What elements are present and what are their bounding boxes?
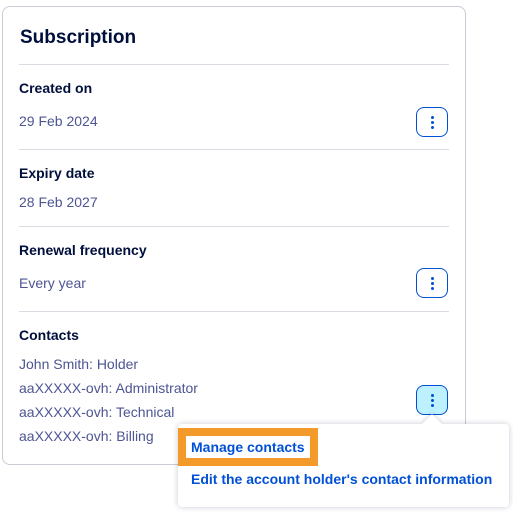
created-on-value: 29 Feb 2024 (19, 113, 98, 129)
contact-item: aaXXXXX-ovh: Administrator (19, 380, 198, 396)
expiry-date-value: 28 Feb 2027 (19, 194, 98, 210)
card-title: Subscription (20, 27, 137, 48)
contacts-label: Contacts (19, 327, 79, 343)
created-on-label: Created on (19, 80, 93, 96)
divider (19, 226, 449, 227)
contact-item: aaXXXXX-ovh: Billing (19, 428, 154, 444)
contact-item: John Smith: Holder (19, 356, 139, 372)
created-on-actions-button[interactable] (416, 107, 448, 137)
expiry-date-label: Expiry date (19, 165, 95, 181)
menu-item-manage-contacts[interactable]: Manage contacts (191, 439, 305, 455)
renewal-actions-button[interactable] (416, 268, 448, 298)
kebab-menu-icon (430, 115, 434, 129)
renewal-frequency-value: Every year (19, 275, 86, 291)
kebab-menu-icon (430, 393, 434, 407)
renewal-frequency-label: Renewal frequency (19, 242, 147, 258)
divider (19, 64, 449, 65)
contact-item: aaXXXXX-ovh: Technical (19, 404, 175, 420)
divider (19, 149, 449, 150)
menu-item-edit-holder-contact[interactable]: Edit the account holder's contact inform… (191, 471, 492, 487)
subscription-card: Subscription (2, 6, 466, 465)
contacts-actions-button[interactable] (416, 385, 448, 415)
kebab-menu-icon (430, 276, 434, 290)
divider (19, 311, 449, 312)
